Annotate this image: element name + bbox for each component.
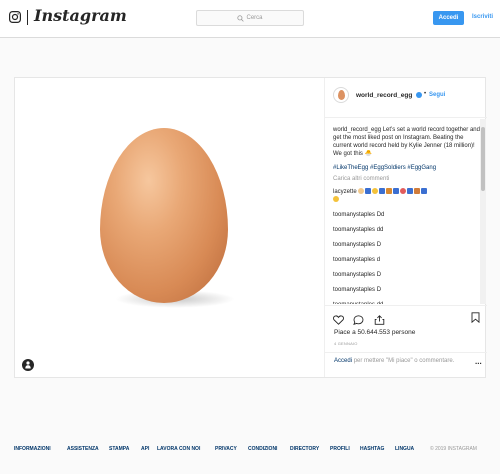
comment-text: D [376, 287, 382, 293]
footer-link[interactable]: PRIVACY [215, 446, 237, 452]
comment-item: toomanystaples D [333, 271, 480, 279]
footer-link[interactable]: LAVORA CON NOI [157, 446, 200, 452]
more-options-icon[interactable]: ... [475, 358, 482, 366]
comment-item: toomanystaples d [333, 256, 480, 264]
post-header: world_record_egg • Segui [325, 78, 487, 118]
footer-link[interactable]: CONDIZIONI [248, 446, 277, 452]
comment-item: toomanystaples Dd [333, 211, 480, 219]
comment-username[interactable]: toomanystaples [333, 257, 375, 263]
heart-icon[interactable] [333, 315, 344, 325]
separator-dot: • [424, 91, 427, 97]
footer-link[interactable]: HASHTAG [360, 446, 384, 452]
instagram-wordmark-logo[interactable]: Instagram [34, 6, 127, 25]
comment-username[interactable]: toomanystaples [333, 272, 375, 278]
comment-icon[interactable] [353, 315, 364, 326]
login-prompt-text: per mettere "Mi piace" o commentare. [353, 358, 455, 364]
search-icon [237, 14, 245, 22]
header-divider [27, 10, 28, 25]
follow-button[interactable]: Segui [429, 92, 445, 98]
comment-item: lacyzette [333, 188, 480, 204]
footer-link[interactable]: API [141, 446, 149, 452]
post-date[interactable]: 4 GENNAIO [334, 341, 358, 346]
comment-item: toomanystaples dd [333, 301, 480, 304]
egg-image [100, 128, 228, 303]
post-sidebar: world_record_egg • Segui world_record_eg… [324, 78, 487, 377]
avatar[interactable] [333, 87, 349, 103]
comment-text: Dd [376, 212, 385, 218]
comment-text: dd [376, 227, 384, 233]
comment-username[interactable]: lacyzette [333, 189, 357, 195]
comments-list[interactable]: world_record_egg Let’s set a world recor… [325, 119, 480, 304]
share-icon[interactable] [374, 315, 385, 325]
comment-username[interactable]: toomanystaples [333, 302, 375, 304]
footer-link[interactable]: ASSISTENZA [67, 446, 99, 452]
comment-item: toomanystaples D [333, 286, 480, 294]
comment-text: dd [377, 302, 384, 304]
scrollbar-thumb[interactable] [481, 127, 485, 191]
comment-username[interactable]: toomanystaples [333, 287, 375, 293]
post-caption: world_record_egg Let’s set a world recor… [333, 126, 480, 158]
footer-link[interactable]: INFORMAZIONI [14, 446, 51, 452]
copyright-text: © 2019 INSTAGRAM [430, 446, 477, 452]
instagram-glyph-icon[interactable] [9, 11, 21, 23]
load-more-comments-link[interactable]: Carica altri commenti [333, 175, 480, 183]
bookmark-icon[interactable] [471, 312, 480, 323]
tagged-users-icon[interactable] [22, 359, 34, 371]
footer-link[interactable]: LINGUA [395, 446, 414, 452]
signup-link[interactable]: Iscriviti [472, 14, 493, 20]
comment-text: D [376, 242, 382, 248]
footer: INFORMAZIONI ASSISTENZA STAMPA API LAVOR… [14, 446, 486, 456]
likes-count[interactable]: Piace a 50.644.553 persone [334, 329, 415, 336]
login-button[interactable]: Accedi [433, 11, 464, 25]
footer-link[interactable]: DIRECTORY [290, 446, 319, 452]
comment-username[interactable]: toomanystaples [333, 227, 375, 233]
post-actions: Piace a 50.644.553 persone 4 GENNAIO Acc… [325, 305, 487, 377]
footer-link[interactable]: STAMPA [109, 446, 129, 452]
search-placeholder: Cerca [246, 15, 263, 21]
caption-hashtags[interactable]: #LikeTheEgg #EggSoldiers #EggGang [333, 164, 480, 172]
post-photo[interactable] [15, 78, 324, 377]
post-username[interactable]: world_record_egg [356, 92, 412, 99]
footer-link[interactable]: PROFILI [330, 446, 350, 452]
login-prompt: Accedi per mettere "Mi piace" o commenta… [325, 352, 487, 378]
comment-text: d [376, 257, 381, 263]
comment-item: toomanystaples dd [333, 226, 480, 234]
action-icons [333, 312, 390, 330]
comment-username[interactable]: toomanystaples [333, 242, 375, 248]
caption-username[interactable]: world_record_egg [333, 127, 381, 133]
search-input[interactable]: Cerca [196, 10, 304, 26]
top-navigation-bar: Instagram Cerca Accedi Iscriviti [0, 0, 500, 38]
comment-text: D [376, 272, 382, 278]
comment-item: toomanystaples D [333, 241, 480, 249]
post-card: world_record_egg • Segui world_record_eg… [14, 77, 487, 378]
comment-username[interactable]: toomanystaples [333, 212, 375, 218]
comments-scrollbar[interactable] [480, 119, 486, 304]
login-link[interactable]: Accedi [334, 358, 352, 364]
verified-badge-icon [416, 92, 422, 98]
